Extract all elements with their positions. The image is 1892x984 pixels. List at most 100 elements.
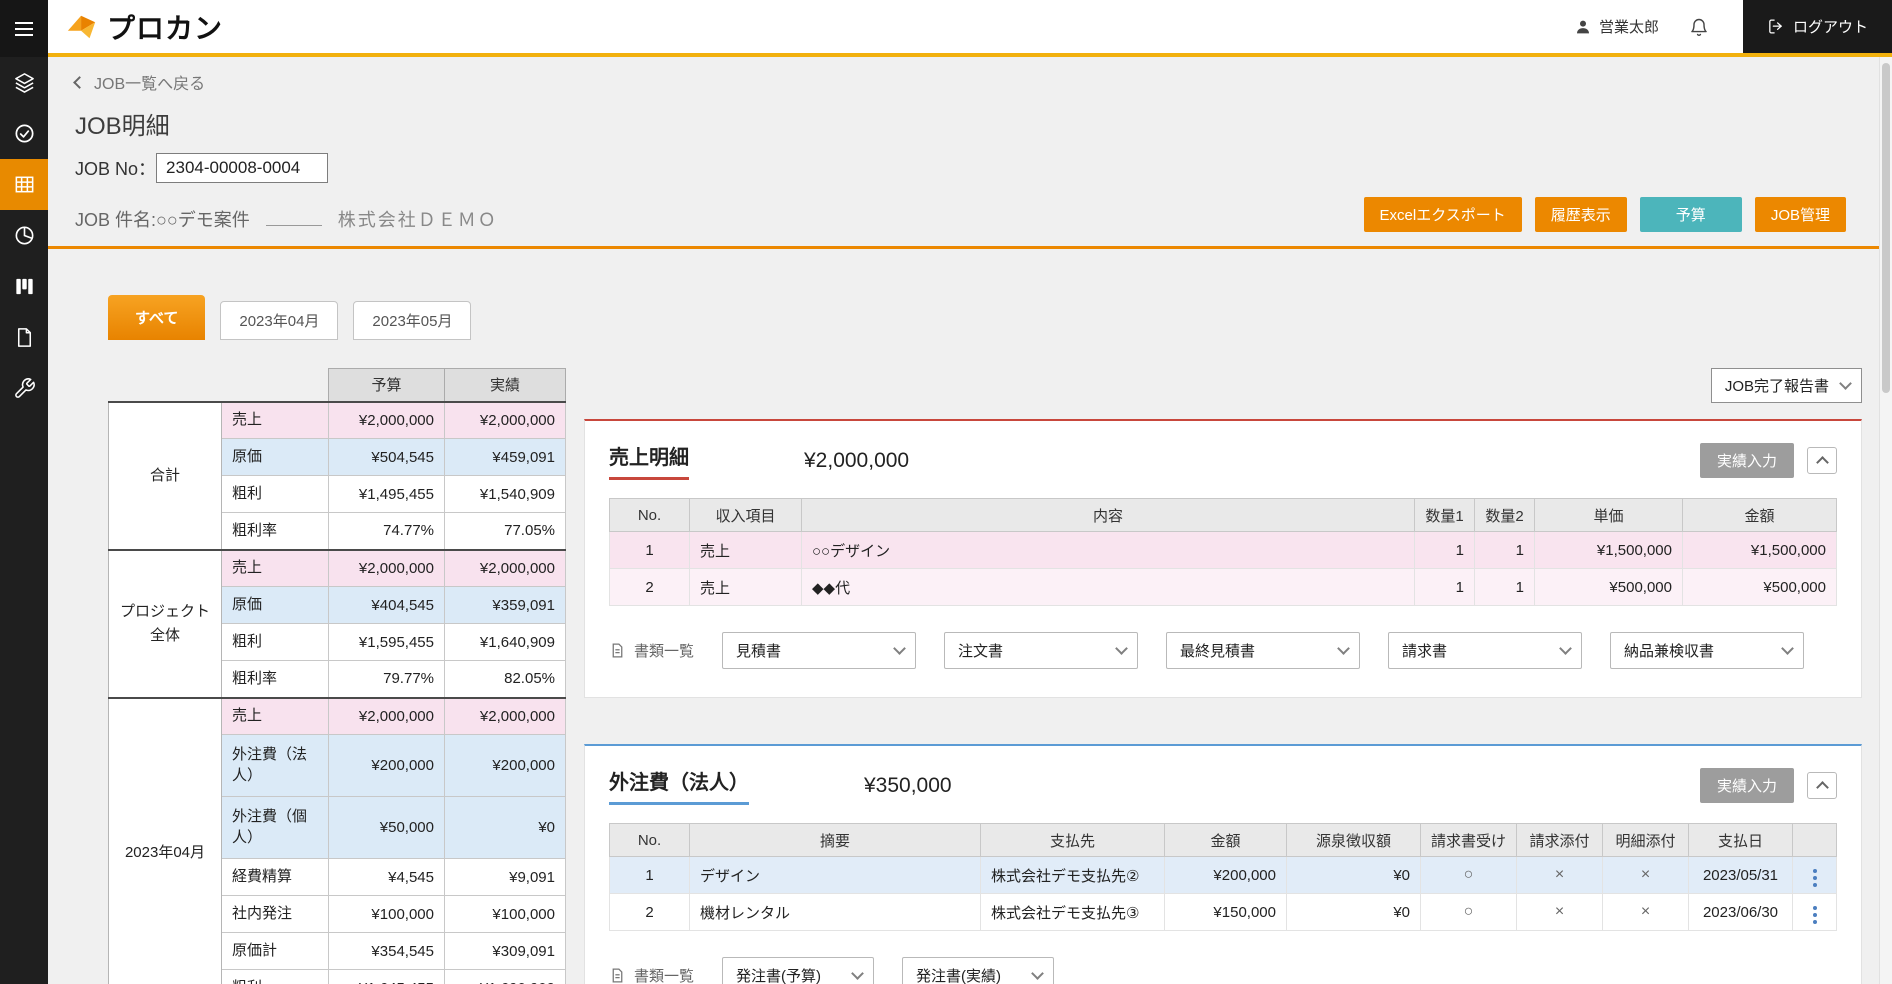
cell-withholding: ¥0 [1286, 856, 1421, 894]
job-manage-button[interactable]: JOB管理 [1754, 197, 1846, 232]
doc-select-quotation[interactable]: 見積書 [722, 632, 917, 669]
summary-actual: ¥1,540,909 [444, 475, 566, 513]
sidebar-item-documents[interactable] [0, 57, 48, 108]
back-link[interactable]: JOB一覧へ戻る [73, 70, 205, 94]
sales-section-title: 売上明細 [609, 441, 689, 480]
summary-actual: ¥359,091 [444, 586, 566, 624]
row-menu-button[interactable] [1808, 903, 1822, 927]
outsourcing-row: 2 機材レンタル 株式会社デモ支払先③ ¥150,000 ¥0 ○ × × 20… [609, 893, 1837, 931]
summary-budget: ¥404,545 [328, 586, 445, 624]
doc-select-invoice[interactable]: 請求書 [1388, 632, 1583, 669]
chevron-down-icon [1115, 642, 1128, 655]
pie-chart-icon [15, 226, 33, 245]
cell-payment-date: 2023/05/31 [1688, 856, 1793, 894]
outsourcing-section-title: 外注費（法人） [609, 766, 749, 805]
report-type-select[interactable]: JOB完了報告書 [1710, 368, 1862, 403]
app-logo[interactable]: プロカン [66, 7, 223, 47]
notification-bell-icon[interactable] [1689, 17, 1709, 37]
summary-budget: ¥354,545 [328, 932, 445, 970]
summary-item: 外注費（法人） [221, 734, 329, 797]
sales-section-head: 売上明細 ¥2,000,000 実績入力 [609, 441, 1837, 480]
cell-qty1: 1 [1414, 568, 1475, 606]
job-no-input[interactable] [156, 153, 329, 183]
sidebar-item-tasks[interactable] [0, 108, 48, 159]
doc-select-purchase-order-actual[interactable]: 発注書(実績) [902, 957, 1055, 984]
doc-select-purchase-order-budget[interactable]: 発注書(予算) [722, 957, 875, 984]
document-icon [612, 968, 623, 983]
tab-all[interactable]: すべて [108, 295, 206, 340]
sales-table: No. 収入項目 内容 数量1 数量2 単価 金額 1 売上 ○○デザイン 1 … [609, 498, 1837, 606]
sidebar-item-reports[interactable] [0, 312, 48, 363]
job-name-value: ○○デモ案件 [156, 210, 250, 230]
docs-label: 書類一覧 [609, 965, 694, 984]
cell-row-menu [1792, 856, 1837, 894]
sidebar-item-board[interactable] [0, 261, 48, 312]
summary-group-label: 合計 [108, 401, 222, 550]
summary-item: 外注費（個人） [221, 796, 329, 859]
wrench-icon [14, 378, 35, 398]
cell-description: ○○デザイン [801, 531, 1415, 569]
summary-item: 原価計 [221, 932, 329, 970]
sidebar [0, 0, 48, 984]
actual-input-button[interactable]: 実績入力 [1699, 768, 1794, 803]
sidebar-item-settings[interactable] [0, 363, 48, 414]
row-menu-button[interactable] [1808, 866, 1822, 890]
summary-budget: ¥50,000 [328, 796, 445, 859]
logout-button[interactable]: ログアウト [1742, 0, 1892, 53]
chevron-down-icon [851, 967, 864, 980]
tab-2023-05[interactable]: 2023年05月 [353, 301, 472, 340]
logout-label: ログアウト [1792, 19, 1868, 36]
job-name-label: JOB 件名: [75, 210, 157, 230]
job-table-icon [15, 176, 33, 193]
outsourcing-head-actions: 実績入力 [1699, 768, 1837, 803]
body-row: 予算 実績 合計 売上 ¥2,000,000 ¥2,000,000 原価 ¥50… [48, 368, 1892, 984]
sidebar-item-job-list[interactable] [0, 159, 48, 210]
chevron-down-icon [1559, 642, 1572, 655]
doc-select-delivery-acceptance[interactable]: 納品兼検収書 [1610, 632, 1805, 669]
menu-icon[interactable] [0, 0, 48, 57]
cell-qty1: 1 [1414, 531, 1475, 569]
scrollbar[interactable] [1879, 57, 1892, 984]
collapse-section-button[interactable] [1807, 772, 1837, 799]
tab-2023-04[interactable]: 2023年04月 [220, 301, 339, 340]
collapse-section-button[interactable] [1807, 447, 1837, 474]
page-header: JOB一覧へ戻る JOB明細 JOB No： JOB 件名:○○デモ案件 株式会… [48, 57, 1892, 249]
summary-actual: ¥459,091 [444, 438, 566, 476]
topbar: プロカン 営業太郎 ログアウト [48, 0, 1892, 57]
summary-item: 売上 [221, 697, 329, 735]
main-area: プロカン 営業太郎 ログアウト JOB一覧へ戻る JOB明細 JOB No： 2… [48, 0, 1892, 984]
summary-table: 予算 実績 合計 売上 ¥2,000,000 ¥2,000,000 原価 ¥50… [108, 368, 566, 984]
kanban-icon [15, 278, 33, 295]
summary-actual: 77.05% [444, 512, 566, 550]
app-logo-text: プロカン [107, 12, 224, 44]
summary-row: 合計 売上 ¥2,000,000 ¥2,000,000 [108, 401, 566, 550]
outsourcing-section-head: 外注費（法人） ¥350,000 実績入力 [609, 766, 1837, 805]
blank-line [265, 211, 322, 226]
sidebar-item-analytics[interactable] [0, 210, 48, 261]
cell-summary: 機材レンタル [689, 893, 981, 931]
summary-group-project: プロジェクト全体 売上 ¥2,000,000 ¥2,000,000 原価 ¥40… [108, 549, 566, 698]
summary-actual: ¥9,091 [444, 858, 566, 896]
scrollbar-thumb[interactable] [1882, 63, 1890, 393]
cell-amount: ¥500,000 [1682, 568, 1837, 606]
logout-icon [1769, 19, 1782, 34]
actual-input-button[interactable]: 実績入力 [1699, 443, 1794, 478]
summary-actual: ¥200,000 [444, 734, 566, 797]
summary-budget: ¥1,595,455 [328, 623, 445, 661]
cell-payee: 株式会社デモ支払先③ [980, 893, 1165, 931]
chevron-down-icon [1031, 967, 1044, 980]
doc-select-order[interactable]: 注文書 [944, 632, 1139, 669]
outsourcing-section: 外注費（法人） ¥350,000 実績入力 No. 摘要 支払先 金額 源泉徴収… [584, 744, 1862, 984]
report-row: JOB完了報告書 [584, 368, 1862, 403]
col-invoice-attached: 請求添付 [1516, 823, 1603, 857]
user-menu[interactable]: 営業太郎 [1574, 16, 1659, 37]
summary-group-2023-04: 2023年04月 売上 ¥2,000,000 ¥2,000,000 外注費（法人… [108, 697, 566, 984]
doc-select-final-quotation[interactable]: 最終見積書 [1166, 632, 1361, 669]
sales-section-amount: ¥2,000,000 [804, 448, 910, 472]
budget-button[interactable]: 予算 [1639, 197, 1742, 232]
cell-qty2: 1 [1474, 531, 1535, 569]
excel-export-button[interactable]: Excelエクスポート [1363, 197, 1522, 232]
history-button[interactable]: 履歴表示 [1534, 197, 1627, 232]
cell-invoice-received: ○ [1420, 893, 1517, 931]
col-invoice-received: 請求書受け [1420, 823, 1517, 857]
